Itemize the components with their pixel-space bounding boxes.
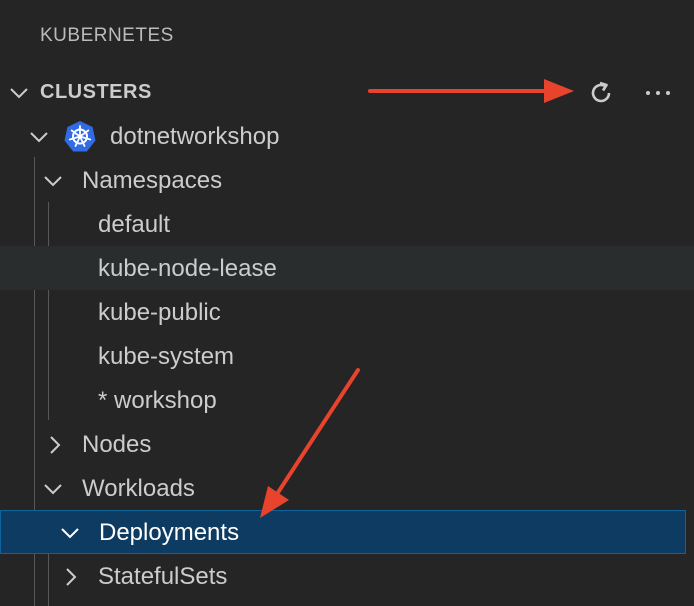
- cluster-label: dotnetworkshop: [110, 123, 280, 150]
- tree-item-namespaces[interactable]: Namespaces: [0, 158, 686, 202]
- deployments-label: Deployments: [99, 519, 240, 546]
- tree-item-workloads[interactable]: Workloads: [0, 466, 686, 510]
- kubernetes-icon: [64, 121, 96, 152]
- chevron-down-icon: [42, 170, 64, 197]
- nodes-label: Nodes: [82, 431, 152, 458]
- namespace-label: kube-system: [98, 343, 235, 370]
- tree-item-statefulsets[interactable]: StatefulSets: [0, 554, 686, 598]
- tree-item-cluster[interactable]: dotnetworkshop: [0, 114, 686, 158]
- workloads-label: Workloads: [82, 475, 195, 502]
- chevron-down-icon: [59, 522, 81, 549]
- namespace-label: * workshop: [98, 387, 217, 414]
- refresh-button[interactable]: [584, 78, 618, 108]
- panel-title: KUBERNETES: [40, 25, 174, 46]
- section-title: CLUSTERS: [40, 81, 152, 103]
- chevron-down-icon: [8, 82, 30, 109]
- refresh-icon: [591, 81, 611, 103]
- more-actions-button[interactable]: [638, 78, 678, 108]
- tree-item-nodes[interactable]: Nodes: [0, 422, 686, 466]
- namespace-item-kube-system[interactable]: kube-system: [0, 334, 686, 378]
- chevron-down-icon: [42, 478, 64, 505]
- clusters-section-header[interactable]: CLUSTERS: [0, 70, 694, 114]
- chevron-right-icon: [44, 434, 66, 461]
- tree-item-deployments[interactable]: Deployments: [0, 510, 686, 554]
- namespace-label: default: [98, 211, 171, 238]
- namespace-item-workshop[interactable]: * workshop: [0, 378, 686, 422]
- namespace-item-default[interactable]: default: [0, 202, 686, 246]
- namespaces-label: Namespaces: [82, 167, 223, 194]
- chevron-right-icon: [60, 566, 82, 593]
- namespace-item-kube-public[interactable]: kube-public: [0, 290, 686, 334]
- chevron-down-icon: [28, 126, 50, 153]
- namespace-label: kube-node-lease: [98, 255, 277, 282]
- ellipsis-icon: [646, 91, 670, 95]
- namespace-item-kube-node-lease[interactable]: kube-node-lease: [0, 246, 694, 290]
- statefulsets-label: StatefulSets: [98, 563, 228, 590]
- namespace-label: kube-public: [98, 299, 221, 326]
